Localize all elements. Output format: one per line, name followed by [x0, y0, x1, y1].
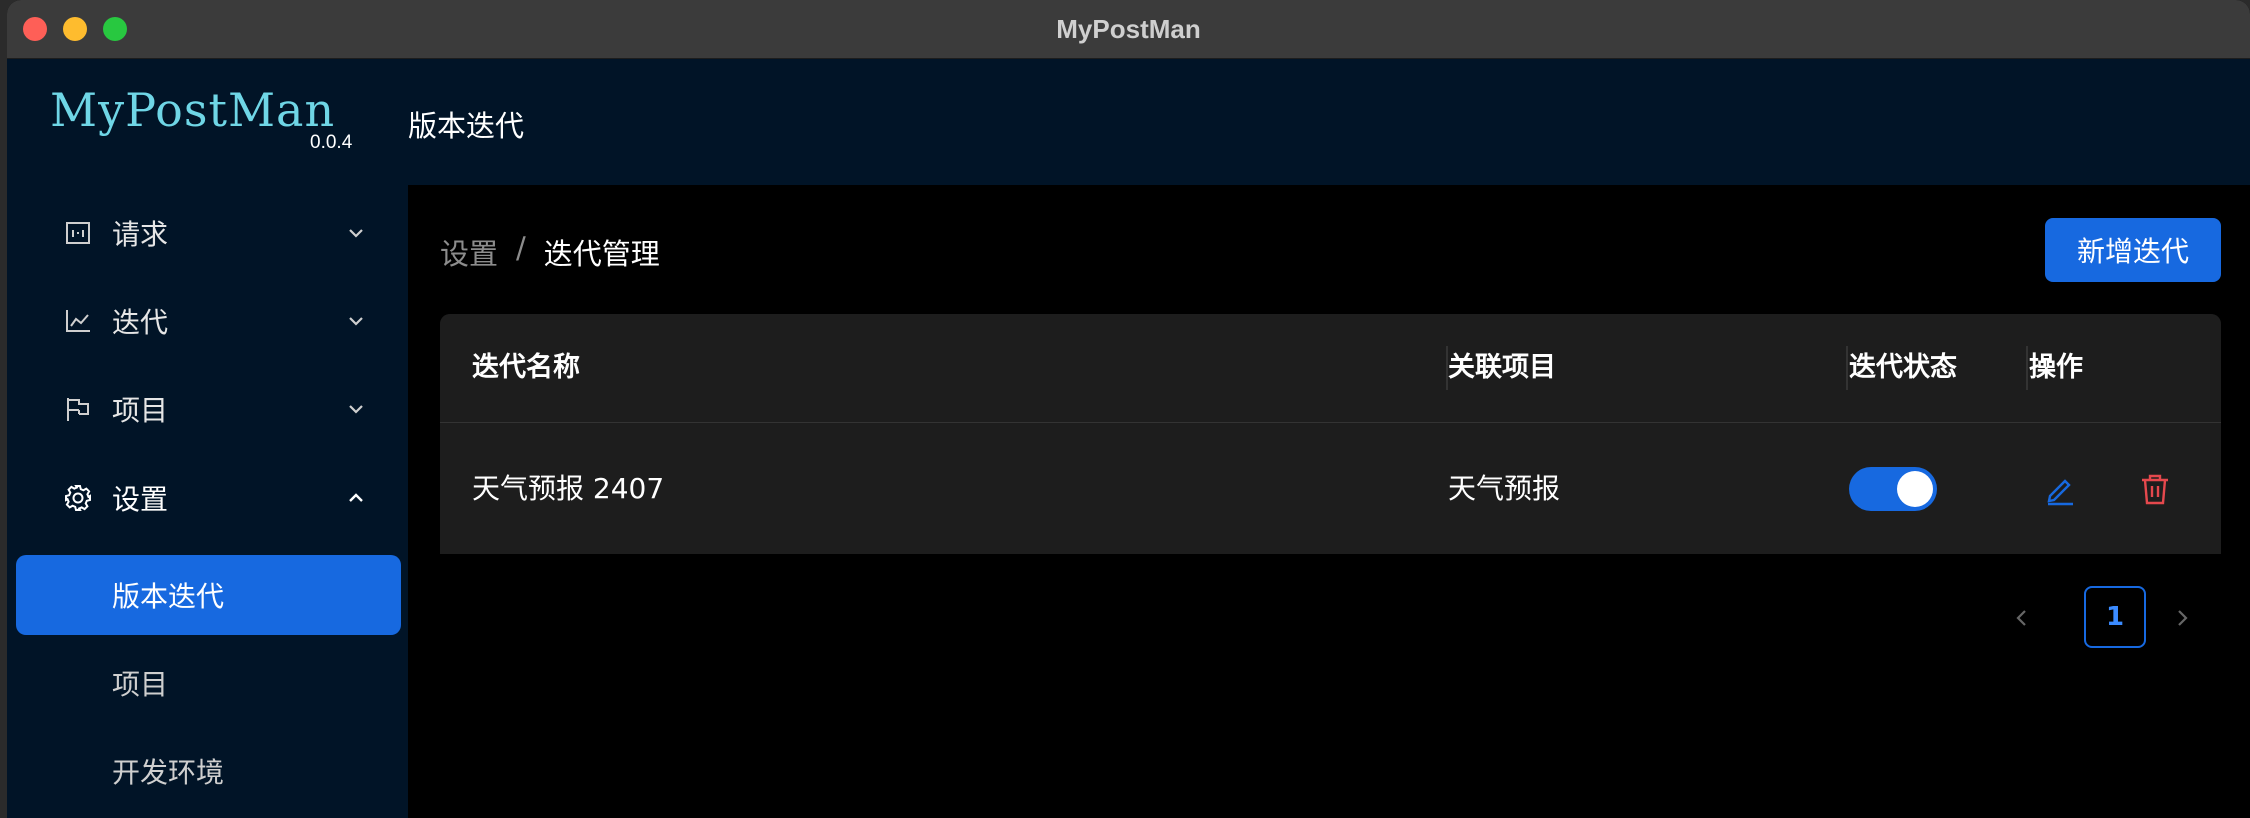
sidebar-item-label: 迭代	[112, 306, 169, 339]
breadcrumb-current: 迭代管理	[543, 237, 660, 271]
sidebar-item-label: 设置	[112, 483, 169, 516]
table-header: 迭代名称 关联项目 迭代状态 操作	[440, 314, 2221, 423]
gear-icon	[63, 483, 93, 513]
app-header: MyPostMan 0.0.4 版本迭代	[7, 59, 2250, 185]
chevron-up-icon	[345, 487, 367, 509]
sidebar-subitem-project[interactable]: 项目	[16, 643, 401, 723]
sidebar-subitem-dev-env[interactable]: 开发环境	[16, 731, 401, 811]
column-header-status: 迭代状态	[1849, 352, 1957, 383]
project-cell: 天气预报	[1448, 472, 1561, 505]
breadcrumb: 设置 / 迭代管理	[440, 231, 660, 273]
sidebar-subitem-label: 开发环境	[112, 756, 225, 789]
iteration-name-cell: 天气预报 2407	[472, 472, 665, 505]
breadcrumb-parent[interactable]: 设置	[440, 231, 498, 273]
sidebar-item-iteration[interactable]: 迭代	[7, 281, 408, 361]
page-title: 版本迭代	[408, 109, 525, 143]
add-iteration-button[interactable]: 新增迭代	[2045, 218, 2221, 282]
chevron-left-icon[interactable]	[2008, 604, 2036, 632]
iteration-table: 迭代名称 关联项目 迭代状态 操作 天气预报 2407 天气预报	[440, 314, 2221, 554]
column-divider	[2026, 346, 2028, 390]
page-number-button[interactable]: 1	[2084, 586, 2146, 648]
sidebar-item-label: 项目	[112, 394, 169, 427]
app-logo: MyPostMan	[50, 83, 336, 137]
chart-icon	[63, 306, 93, 336]
table-row: 天气预报 2407 天气预报	[440, 423, 2221, 554]
trash-icon[interactable]	[2138, 472, 2172, 506]
window-title: MyPostMan	[1056, 14, 1201, 44]
main-content: 设置 / 迭代管理 新增迭代 迭代名称 关联项目 迭代状态 操作 天气预报 24…	[408, 185, 2250, 818]
app-version: 0.0.4	[310, 132, 353, 153]
sidebar-subitem-label: 版本迭代	[112, 580, 225, 613]
chevron-down-icon	[345, 310, 367, 332]
chevron-right-icon[interactable]	[2168, 604, 2196, 632]
sidebar-item-project[interactable]: 项目	[7, 369, 408, 449]
sidebar-subitem-label: 项目	[112, 668, 169, 701]
chevron-down-icon	[345, 398, 367, 420]
column-header-name: 迭代名称	[472, 352, 580, 383]
column-divider	[1846, 346, 1848, 390]
column-header-project: 关联项目	[1448, 352, 1556, 383]
chevron-down-icon	[345, 222, 367, 244]
title-bar: MyPostMan	[7, 0, 2250, 59]
column-header-actions: 操作	[2029, 352, 2083, 383]
sidebar-item-settings[interactable]: 设置	[7, 458, 408, 538]
edit-icon[interactable]	[2043, 472, 2077, 506]
sidebar-item-request[interactable]: 请求	[7, 193, 408, 273]
app-window: MyPostMan MyPostMan 0.0.4 版本迭代 请求 迭代 项目 …	[7, 0, 2250, 818]
breadcrumb-separator: /	[516, 231, 526, 265]
flag-icon	[63, 394, 93, 424]
sidebar: 请求 迭代 项目 设置 版本迭代 项目 开发环境	[7, 185, 408, 818]
sidebar-subitem-version-iteration[interactable]: 版本迭代	[16, 555, 401, 635]
status-toggle[interactable]	[1849, 467, 1937, 511]
toggle-knob	[1897, 471, 1933, 507]
request-icon	[63, 218, 93, 248]
sidebar-item-label: 请求	[112, 218, 169, 251]
